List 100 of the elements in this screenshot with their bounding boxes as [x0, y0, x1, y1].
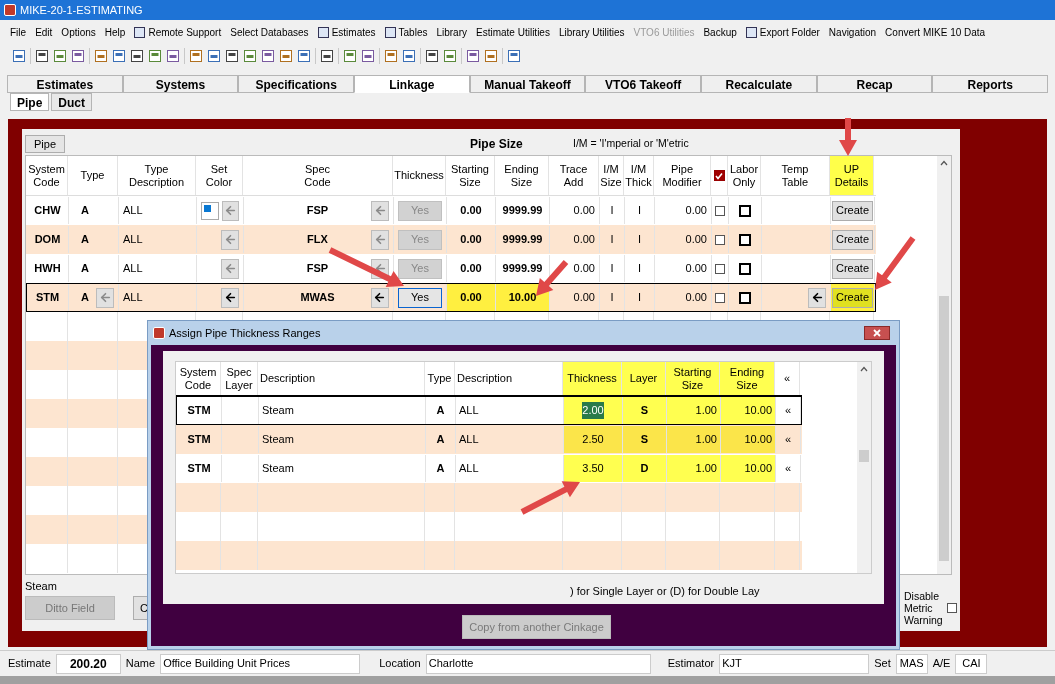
scroll-thumb[interactable] — [859, 450, 869, 462]
arrow-button[interactable] — [808, 287, 826, 308]
tab[interactable]: Reports — [932, 75, 1049, 93]
menu-item[interactable]: Navigation — [828, 25, 877, 40]
toolbar-icon[interactable] — [35, 49, 49, 63]
checkbox[interactable] — [739, 233, 751, 246]
create-button[interactable]: Create — [832, 229, 873, 250]
tab[interactable]: Specifications — [238, 75, 354, 93]
toolbar-icon[interactable] — [148, 49, 162, 63]
menu-item[interactable]: Convert MIKE 10 Data — [885, 25, 986, 40]
im-thick: I — [637, 261, 642, 277]
toolbar-icon[interactable] — [130, 49, 144, 63]
app-icon — [4, 4, 16, 16]
arrow-button[interactable] — [221, 287, 239, 308]
checkbox[interactable] — [739, 204, 751, 217]
system-code: CHW — [34, 203, 61, 219]
toolbar-icon[interactable] — [402, 49, 416, 63]
checkbox[interactable] — [739, 262, 751, 275]
scroll-up-icon[interactable] — [860, 366, 868, 372]
toolbar-icon[interactable] — [320, 49, 334, 63]
scrollbar[interactable] — [937, 156, 951, 574]
header-checkbox[interactable] — [713, 170, 725, 181]
checkbox[interactable] — [715, 292, 725, 303]
tab[interactable]: VTO6 Takeoff — [585, 75, 702, 93]
input-field[interactable]: Charlotte — [425, 653, 651, 674]
menu-item[interactable]: Estimate Utilities — [476, 25, 550, 40]
trace-add: 0.00 — [573, 203, 595, 219]
input-field[interactable]: MAS — [895, 653, 928, 674]
tab[interactable]: Duct — [51, 93, 92, 111]
toolbar-icon[interactable] — [12, 49, 26, 63]
column-header: Ending Size — [729, 365, 765, 392]
toolbar-icon[interactable] — [361, 49, 375, 63]
row-marker: « — [784, 461, 792, 477]
table-row[interactable]: DOM A ALL FLX Yes 0.00 9999.99 0.00 I I 0.00 Create — [26, 225, 876, 254]
toolbar-icon[interactable] — [71, 49, 85, 63]
checkbox[interactable] — [947, 603, 957, 613]
column-header: Type — [80, 169, 105, 182]
create-button[interactable]: Create — [832, 258, 873, 279]
color-swatch[interactable] — [201, 201, 219, 220]
menu-item[interactable]: Export Folder — [745, 25, 820, 40]
toolbar-icon[interactable] — [425, 49, 439, 63]
menu-item[interactable]: Remote Support — [134, 25, 222, 40]
toolbar-icon[interactable] — [297, 49, 311, 63]
table-row[interactable]: STM Steam A ALL 2.00 S 1.00 10.00 « — [176, 396, 802, 425]
toolbar-icon[interactable] — [261, 49, 275, 63]
menu-item[interactable]: Help — [104, 25, 126, 40]
menu-item[interactable]: Estimates — [317, 25, 376, 40]
tab[interactable]: Systems — [122, 75, 239, 93]
tab[interactable]: Manual Takeoff — [469, 75, 586, 93]
menu-item[interactable]: Options — [61, 25, 96, 40]
column-header: I/M Thick — [625, 162, 652, 189]
description: Steam — [262, 432, 294, 448]
tab[interactable]: Linkage — [354, 75, 470, 93]
pipe-button[interactable]: Pipe — [25, 135, 66, 153]
description: Steam — [262, 461, 294, 477]
scrollbar[interactable] — [857, 362, 871, 573]
checkbox[interactable] — [739, 291, 751, 304]
input-field[interactable]: CAI — [955, 653, 988, 674]
menu-item[interactable]: File — [10, 25, 27, 40]
scroll-up-icon[interactable] — [940, 160, 948, 166]
create-button[interactable]: Create — [832, 287, 873, 308]
tab[interactable]: Pipe — [10, 93, 50, 111]
toolbar-icon[interactable] — [207, 49, 221, 63]
column-header: Labor Only — [729, 162, 759, 189]
toolbar-icon[interactable] — [443, 49, 457, 63]
toolbar-icon[interactable] — [225, 49, 239, 63]
scroll-thumb[interactable] — [939, 296, 949, 561]
arrow-button[interactable] — [371, 287, 389, 308]
close-button[interactable] — [864, 326, 890, 340]
checkbox[interactable] — [715, 263, 725, 274]
tab[interactable]: Recap — [816, 75, 933, 93]
thickness-button[interactable]: Yes — [398, 287, 442, 308]
create-button[interactable]: Create — [832, 200, 873, 221]
menu-item[interactable]: Edit — [35, 25, 53, 40]
table-row[interactable]: STM A ALL MWAS Yes 0.00 10.00 0.00 I I 0.00 Create — [26, 283, 876, 312]
ending-size: 10.00 — [744, 403, 772, 419]
input-field[interactable]: KJT — [719, 653, 870, 674]
tab[interactable]: Recalculate — [701, 75, 817, 93]
toolbar-icon[interactable] — [507, 49, 521, 63]
menu-item[interactable]: Library — [436, 25, 467, 40]
menu-item[interactable]: Backup — [703, 25, 737, 40]
toolbar-icon[interactable] — [112, 49, 126, 63]
check-icon — [715, 171, 723, 180]
pipe-modifier: 0.00 — [685, 261, 707, 277]
toolbar-icon[interactable] — [343, 49, 357, 63]
menu-item[interactable]: Select Databases — [230, 25, 309, 40]
checkbox[interactable] — [715, 234, 725, 245]
input-field[interactable]: 200.20 — [55, 653, 121, 674]
table-row[interactable]: STM Steam A ALL 2.50 S 1.00 10.00 « — [176, 425, 802, 454]
toolbar-icon[interactable] — [466, 49, 480, 63]
menu-item[interactable]: Library Utilities — [558, 25, 625, 40]
input-field[interactable]: Office Building Unit Prices — [160, 653, 361, 674]
im-size: I — [610, 290, 614, 306]
toolbar-icon[interactable] — [53, 49, 67, 63]
checkbox[interactable] — [715, 205, 725, 216]
menu-item[interactable]: Tables — [384, 25, 428, 40]
toolbar-icon[interactable] — [166, 49, 180, 63]
tab[interactable]: Estimates — [7, 75, 123, 93]
toolbar-icon[interactable] — [243, 49, 257, 63]
trace-add: 0.00 — [573, 232, 595, 248]
